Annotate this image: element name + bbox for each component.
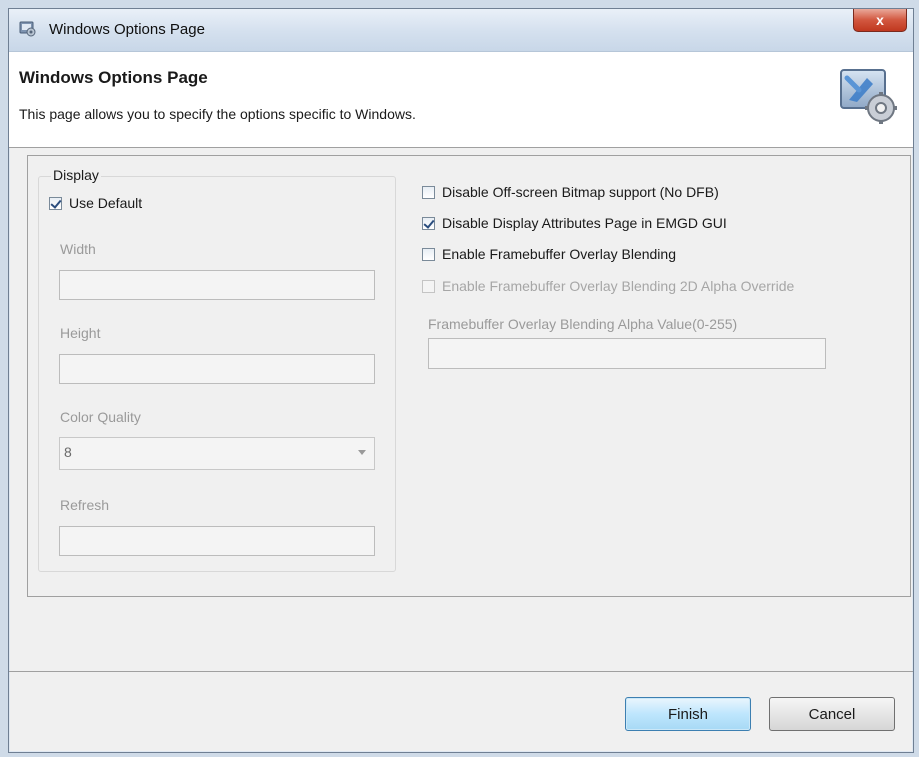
use-default-check-icon[interactable] [49, 196, 62, 210]
use-default-label: Use Default [69, 195, 143, 211]
wizard-settings-icon [840, 69, 897, 124]
alpha-value-field[interactable] [428, 338, 826, 369]
alpha-override-checkbox: Enable Framebuffer Overlay Blending 2D A… [422, 278, 794, 294]
footer-separator [9, 671, 913, 672]
alpha-override-label: Enable Framebuffer Overlay Blending 2D A… [442, 278, 795, 294]
close-icon: x [876, 12, 884, 28]
height-label: Height [60, 325, 101, 341]
disable-offscreen-bitmap-checkbox[interactable]: Disable Off-screen Bitmap support (No DF… [422, 184, 719, 200]
refresh-label: Refresh [60, 497, 110, 513]
header-banner: Windows Options Page This page allows yo… [9, 52, 913, 148]
cancel-button[interactable]: Cancel [769, 697, 895, 731]
height-field[interactable] [59, 354, 375, 384]
color-quality-select[interactable]: 8 [59, 437, 375, 470]
enable-overlay-blending-label: Enable Framebuffer Overlay Blending [442, 246, 676, 262]
title-bar[interactable]: Windows Options Page x [9, 9, 913, 52]
color-quality-label: Color Quality [60, 409, 141, 425]
enable-overlay-blending-checkbox[interactable]: Enable Framebuffer Overlay Blending [422, 246, 676, 262]
color-quality-value: 8 [64, 444, 72, 460]
app-icon [19, 21, 36, 37]
options-panel: Display Use Default Width Height Color Q… [27, 155, 911, 597]
finish-button[interactable]: Finish [625, 697, 751, 731]
disable-offscreen-bitmap-label: Disable Off-screen Bitmap support (No DF… [442, 184, 719, 200]
disable-display-attributes-label: Disable Display Attributes Page in EMGD … [442, 215, 727, 231]
chevron-down-icon [358, 450, 366, 455]
width-field[interactable] [59, 270, 375, 300]
display-group-legend: Display [51, 167, 101, 183]
disable-display-attributes-checkbox[interactable]: Disable Display Attributes Page in EMGD … [422, 215, 727, 231]
dialog-window: Windows Options Page x Windows Options P… [8, 8, 914, 753]
page-title: Windows Options Page [19, 68, 208, 87]
alpha-value-label: Framebuffer Overlay Blending Alpha Value… [428, 316, 738, 332]
disable-display-attributes-check-icon[interactable] [422, 216, 435, 230]
enable-overlay-blending-check-icon[interactable] [422, 247, 435, 261]
width-label: Width [60, 241, 96, 257]
disable-offscreen-bitmap-check-icon[interactable] [422, 185, 435, 199]
page-description: This page allows you to specify the opti… [19, 106, 416, 122]
refresh-field[interactable] [59, 526, 375, 556]
use-default-checkbox[interactable]: Use Default [49, 195, 142, 211]
alpha-override-check-icon [422, 279, 435, 293]
close-button[interactable]: x [853, 9, 907, 32]
window-title: Windows Options Page [49, 21, 205, 38]
display-group: Display Use Default Width Height Color Q… [38, 167, 396, 572]
